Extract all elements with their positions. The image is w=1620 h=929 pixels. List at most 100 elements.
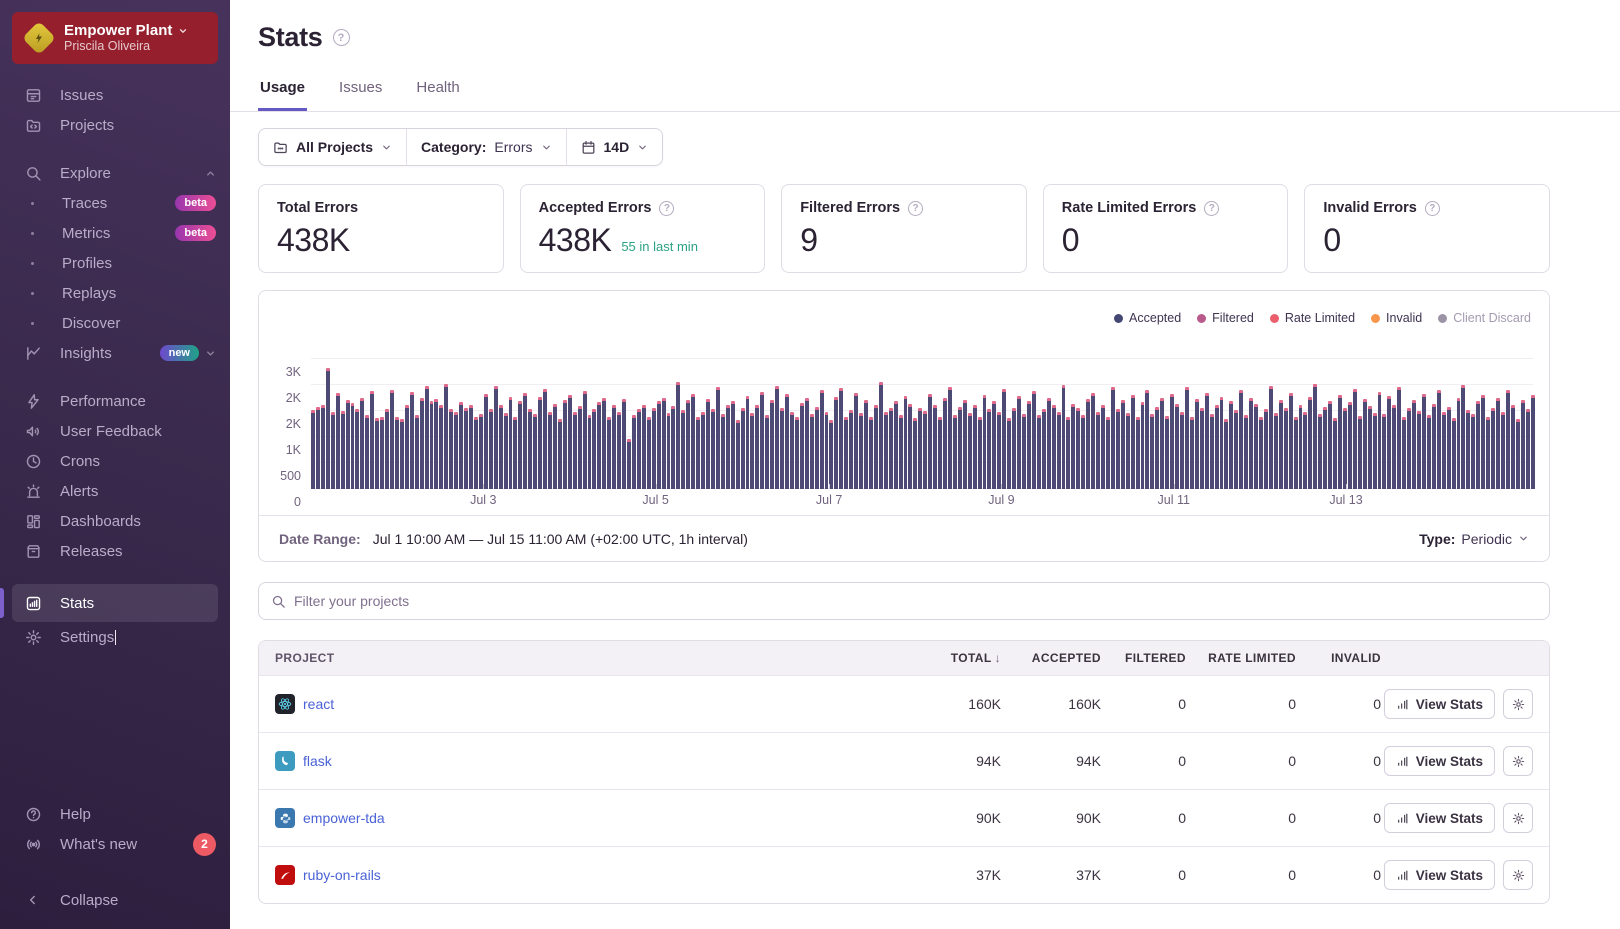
column-header-accepted[interactable]: ACCEPTED <box>1001 651 1101 665</box>
chart-bar[interactable] <box>1397 387 1401 489</box>
sidebar-item-discover[interactable]: Discover <box>0 308 230 338</box>
chart-bar[interactable] <box>351 403 355 489</box>
chart-bar[interactable] <box>454 412 458 489</box>
chart-bar[interactable] <box>706 399 710 489</box>
chart-bar[interactable] <box>1378 392 1382 490</box>
chart-bar[interactable] <box>1249 398 1253 489</box>
chart-bar[interactable] <box>1205 393 1209 489</box>
chart-bar[interactable] <box>1333 418 1337 489</box>
chart-bar[interactable] <box>918 408 922 489</box>
chart-bar[interactable] <box>588 415 592 489</box>
chart-bar[interactable] <box>1461 385 1465 489</box>
chart-bar[interactable] <box>1180 412 1184 489</box>
chart-bar[interactable] <box>380 417 384 489</box>
help-icon[interactable]: ? <box>1425 201 1440 216</box>
chart-bar[interactable] <box>1066 417 1070 489</box>
chart-bar[interactable] <box>1136 417 1140 489</box>
chart-bar[interactable] <box>1131 395 1135 489</box>
chart-bar[interactable] <box>859 413 863 489</box>
project-settings-button[interactable] <box>1503 803 1533 833</box>
chart-bar[interactable] <box>1284 408 1288 489</box>
sidebar-item-stats[interactable]: Stats <box>12 584 218 622</box>
chart-bar[interactable] <box>691 394 695 489</box>
chart-bar[interactable] <box>968 413 972 489</box>
sidebar-item-performance[interactable]: Performance <box>0 386 230 416</box>
chart-bar[interactable] <box>889 408 893 489</box>
chart-bar[interactable] <box>400 419 404 489</box>
chart-bar[interactable] <box>627 439 631 489</box>
column-header-invalid[interactable]: INVALID <box>1296 651 1381 665</box>
chart-bar[interactable] <box>834 397 838 489</box>
chart-bar[interactable] <box>341 411 345 489</box>
sidebar-item-alerts[interactable]: Alerts <box>0 476 230 506</box>
chart-bar[interactable] <box>1042 409 1046 489</box>
chart-bar[interactable] <box>1195 399 1199 489</box>
chart-bar[interactable] <box>1501 412 1505 489</box>
chart-bar[interactable] <box>1402 417 1406 489</box>
page-help-icon[interactable]: ? <box>333 29 350 46</box>
sidebar-item-projects[interactable]: Projects <box>0 110 230 140</box>
sidebar-item-user-feedback[interactable]: User Feedback <box>0 416 230 446</box>
chart-bar[interactable] <box>415 415 419 489</box>
chart-bar[interactable] <box>681 410 685 489</box>
sidebar-item-releases[interactable]: Releases <box>0 536 230 566</box>
chart-bar[interactable] <box>908 404 912 489</box>
help-icon[interactable]: ? <box>1204 201 1219 216</box>
chart-bar[interactable] <box>1466 410 1470 489</box>
category-filter-dropdown[interactable]: Category: Errors <box>406 129 565 165</box>
chart-bar[interactable] <box>1096 412 1100 489</box>
column-header-rate-limited[interactable]: RATE LIMITED <box>1186 651 1296 665</box>
chart-bar[interactable] <box>741 408 745 489</box>
chart-bar[interactable] <box>1417 411 1421 489</box>
chart-type-dropdown[interactable]: Type: Periodic <box>1419 531 1529 547</box>
chart-bar[interactable] <box>1491 408 1495 489</box>
chart-bar[interactable] <box>765 415 769 489</box>
chart-bar[interactable] <box>439 405 443 489</box>
chart-bar[interactable] <box>1086 399 1090 489</box>
sidebar-item-dashboards[interactable]: Dashboards <box>0 506 230 536</box>
chart-bar[interactable] <box>513 417 517 489</box>
chart-bar[interactable] <box>326 368 330 489</box>
chart-bar[interactable] <box>1052 405 1056 489</box>
chart-bar[interactable] <box>983 395 987 489</box>
view-stats-button[interactable]: View Stats <box>1384 746 1495 776</box>
chart-bar[interactable] <box>1432 404 1436 490</box>
chart-bar[interactable] <box>617 412 621 489</box>
sidebar-item-traces[interactable]: Traces beta <box>0 188 230 218</box>
chart-bar[interactable] <box>1037 415 1041 489</box>
sidebar-item-metrics[interactable]: Metrics beta <box>0 218 230 248</box>
chart-bar[interactable] <box>755 405 759 489</box>
chart-bar[interactable] <box>1481 395 1485 489</box>
legend-item-client-discard[interactable]: Client Discard <box>1438 311 1531 325</box>
chart-bar[interactable] <box>746 396 750 489</box>
chart-bar[interactable] <box>578 406 582 489</box>
chart-bar[interactable] <box>469 405 473 489</box>
legend-item-filtered[interactable]: Filtered <box>1197 311 1254 325</box>
chart-bar[interactable] <box>509 397 513 489</box>
chart-bar[interactable] <box>1057 412 1061 489</box>
chart-bar[interactable] <box>1126 413 1130 489</box>
chart-bar[interactable] <box>1012 408 1016 489</box>
chart-bar[interactable] <box>410 392 414 490</box>
legend-item-invalid[interactable]: Invalid <box>1371 311 1422 325</box>
chart-bar[interactable] <box>1447 407 1451 489</box>
chart-bar[interactable] <box>479 414 483 489</box>
chart-bar[interactable] <box>331 412 335 489</box>
chart-bar[interactable] <box>1076 408 1080 489</box>
chart-bar[interactable] <box>1313 384 1317 489</box>
chart-bar[interactable] <box>884 412 888 489</box>
legend-item-rate-limited[interactable]: Rate Limited <box>1270 311 1355 325</box>
chart-bar[interactable] <box>874 405 878 489</box>
chart-bar[interactable] <box>716 387 720 489</box>
project-link[interactable]: react <box>303 696 334 712</box>
chart-bar[interactable] <box>1244 415 1248 489</box>
chart-bar[interactable] <box>543 389 547 489</box>
chart-bar[interactable] <box>1106 417 1110 489</box>
chart-bar[interactable] <box>1274 413 1278 489</box>
chart-bar[interactable] <box>1476 401 1480 489</box>
chart-bar[interactable] <box>1062 385 1066 489</box>
chart-bar[interactable] <box>430 401 434 489</box>
chart-bar[interactable] <box>1264 409 1268 489</box>
chart-bar[interactable] <box>449 409 453 489</box>
chart-bar[interactable] <box>518 401 522 489</box>
